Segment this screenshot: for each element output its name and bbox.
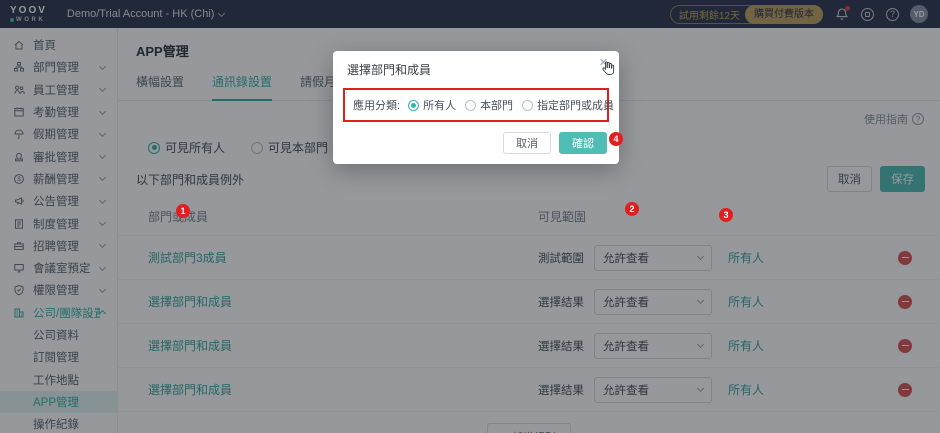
annotation-step-4: 4 (609, 132, 623, 146)
apply-category-radio-group: 所有人 本部門 指定部門或成員 (408, 97, 614, 113)
modal-cancel-button[interactable]: 取消 (503, 132, 551, 154)
close-icon[interactable]: ✕ (599, 58, 608, 69)
annotation-step-1: 1 (176, 204, 190, 218)
radio-icon (465, 100, 476, 111)
field-label: 應用分類: (353, 97, 400, 113)
radio-specified-members[interactable]: 指定部門或成員 (522, 97, 614, 113)
modal-title: 選擇部門和成員 (333, 51, 619, 78)
radio-everyone[interactable]: 所有人 (408, 97, 456, 113)
annotation-highlight-box: 應用分類: 所有人 本部門 指定部門或成員 (343, 88, 609, 122)
app-screen: YOOV WORK Demo/Trial Account - HK (Chi) … (0, 0, 940, 433)
radio-icon (522, 100, 533, 111)
radio-this-department[interactable]: 本部門 (465, 97, 513, 113)
annotation-step-2: 2 (625, 202, 639, 216)
select-department-modal: 選擇部門和成員 ✕ 應用分類: 所有人 本部門 指定部門或成員 取消 確認 4 (333, 51, 619, 164)
modal-confirm-button[interactable]: 確認 (559, 132, 607, 154)
annotation-step-3: 3 (719, 208, 733, 222)
radio-icon (408, 100, 419, 111)
